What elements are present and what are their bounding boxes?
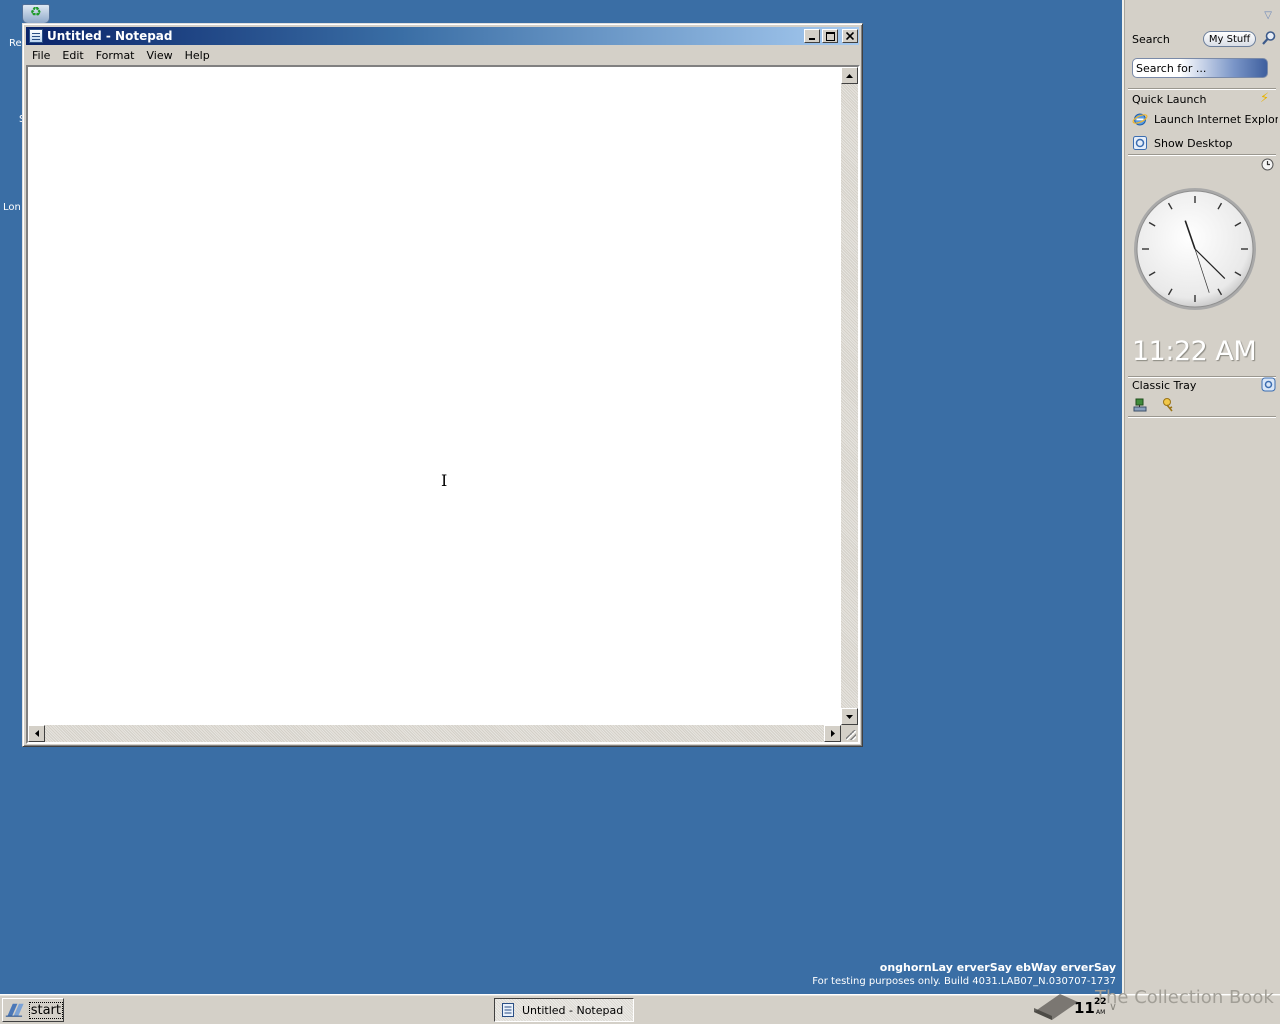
scroll-right-button[interactable] <box>824 725 841 742</box>
arrow-left-icon <box>34 730 39 737</box>
text-cursor-icon: I <box>441 471 448 490</box>
classic-tray-title: Classic Tray <box>1132 379 1197 392</box>
tray-security-icon[interactable] <box>1161 397 1177 413</box>
my-stuff-button[interactable]: My Stuff <box>1203 31 1256 47</box>
text-editor[interactable] <box>28 67 841 725</box>
title-bar[interactable]: Untitled - Notepad <box>26 27 859 45</box>
menu-help[interactable]: Help <box>179 49 216 62</box>
tray-settings-icon[interactable] <box>1261 377 1276 392</box>
lightning-icon: ⚡ <box>1260 91 1270 106</box>
arrow-down-icon <box>846 714 853 719</box>
maximize-button[interactable] <box>822 29 838 43</box>
resize-grip[interactable] <box>841 725 858 742</box>
menu-bar: File Edit Format View Help <box>26 46 859 65</box>
show-desktop-icon <box>1133 136 1147 150</box>
windows-flag-icon <box>5 1003 24 1017</box>
quick-launch-label: Show Desktop <box>1154 136 1233 150</box>
menu-view[interactable]: View <box>141 49 179 62</box>
close-button[interactable] <box>842 29 858 43</box>
collapse-chevron-icon[interactable]: ▽ <box>1264 10 1272 21</box>
quick-launch-internet-explorer[interactable]: Launch Internet Explorer <box>1132 110 1278 128</box>
search-icon[interactable] <box>1261 30 1277 46</box>
sidebar: ▽ Search My Stuff Quick Launch ⚡ Launch … <box>1122 0 1280 994</box>
scroll-left-button[interactable] <box>28 725 45 742</box>
search-input[interactable] <box>1132 58 1268 78</box>
divider <box>1128 154 1276 156</box>
notepad-window: Untitled - Notepad File Edit Format View… <box>22 23 863 747</box>
build-watermark-info: For testing purposes only. Build 4031.LA… <box>812 976 1116 987</box>
taskbar-item-notepad[interactable]: Untitled - Notepad <box>494 998 634 1022</box>
window-title: Untitled - Notepad <box>47 29 173 43</box>
taskbar-clock-minute: 22 <box>1094 997 1107 1007</box>
menu-edit[interactable]: Edit <box>56 49 89 62</box>
desktop-icon-label: Re <box>9 38 22 49</box>
taskbar-item-label: Untitled - Notepad <box>522 1003 624 1017</box>
arrow-right-icon <box>830 730 835 737</box>
horizontal-scrollbar[interactable] <box>28 725 841 742</box>
close-icon <box>846 32 854 40</box>
search-label: Search <box>1132 33 1170 46</box>
quick-launch-label: Launch Internet Explorer <box>1154 112 1278 126</box>
maximize-icon <box>825 31 835 41</box>
menu-format[interactable]: Format <box>90 49 141 62</box>
menu-file[interactable]: File <box>26 49 56 62</box>
scroll-down-button[interactable] <box>841 708 858 725</box>
desktop-icon-label: Lon <box>3 202 21 213</box>
vertical-scrollbar[interactable] <box>841 67 858 725</box>
collection-book-text: The Collection Book <box>1095 987 1274 1008</box>
build-watermark-title: onghornLay erverSay ebWay erverSay <box>879 961 1116 974</box>
divider <box>1128 416 1276 418</box>
notepad-icon <box>502 1003 514 1017</box>
digital-time: 11:22 AM <box>1132 336 1257 367</box>
recycle-bin-icon <box>22 4 50 24</box>
start-label: start <box>28 1001 63 1019</box>
taskbar-clock-hour: 11 <box>1074 999 1095 1017</box>
minimize-button[interactable] <box>804 29 820 43</box>
editor-area: I <box>26 65 860 744</box>
taskbar-clock-ampm: AM <box>1096 1009 1106 1016</box>
chevron-down-icon[interactable]: ∨ <box>1109 1000 1117 1013</box>
notepad-icon[interactable] <box>29 29 43 43</box>
quick-launch-title: Quick Launch <box>1132 93 1207 106</box>
start-button[interactable]: start <box>2 998 64 1022</box>
clock-icon[interactable] <box>1261 158 1274 171</box>
arrow-up-icon <box>846 73 853 78</box>
scroll-up-button[interactable] <box>841 67 858 84</box>
minimize-icon <box>809 38 815 40</box>
analog-clock <box>1134 188 1256 310</box>
divider <box>1128 88 1276 90</box>
divider <box>1128 376 1276 378</box>
tray-network-icon[interactable] <box>1132 397 1148 413</box>
quick-launch-show-desktop[interactable]: Show Desktop <box>1132 134 1278 152</box>
internet-explorer-icon <box>1132 113 1148 126</box>
